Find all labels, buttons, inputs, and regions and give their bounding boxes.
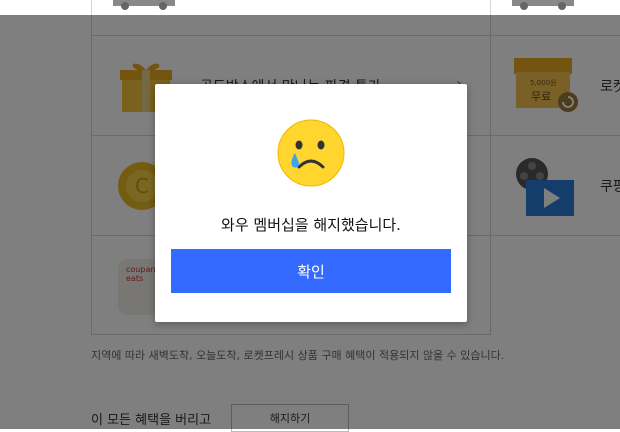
confirm-button[interactable]: 확인 — [171, 249, 451, 293]
truck-icon — [512, 0, 574, 10]
crying-face-icon — [277, 119, 345, 187]
membership-cancel-page: 골드박스에서 만나는 파격 특가 › 5,000원 무료 로켓 C › 쿠팡 c… — [0, 0, 620, 432]
cancel-complete-modal: 와우 멤버십을 해지했습니다. 확인 — [155, 84, 467, 322]
truck-icon — [113, 0, 175, 10]
modal-message: 와우 멤버십을 해지했습니다. — [221, 216, 401, 234]
